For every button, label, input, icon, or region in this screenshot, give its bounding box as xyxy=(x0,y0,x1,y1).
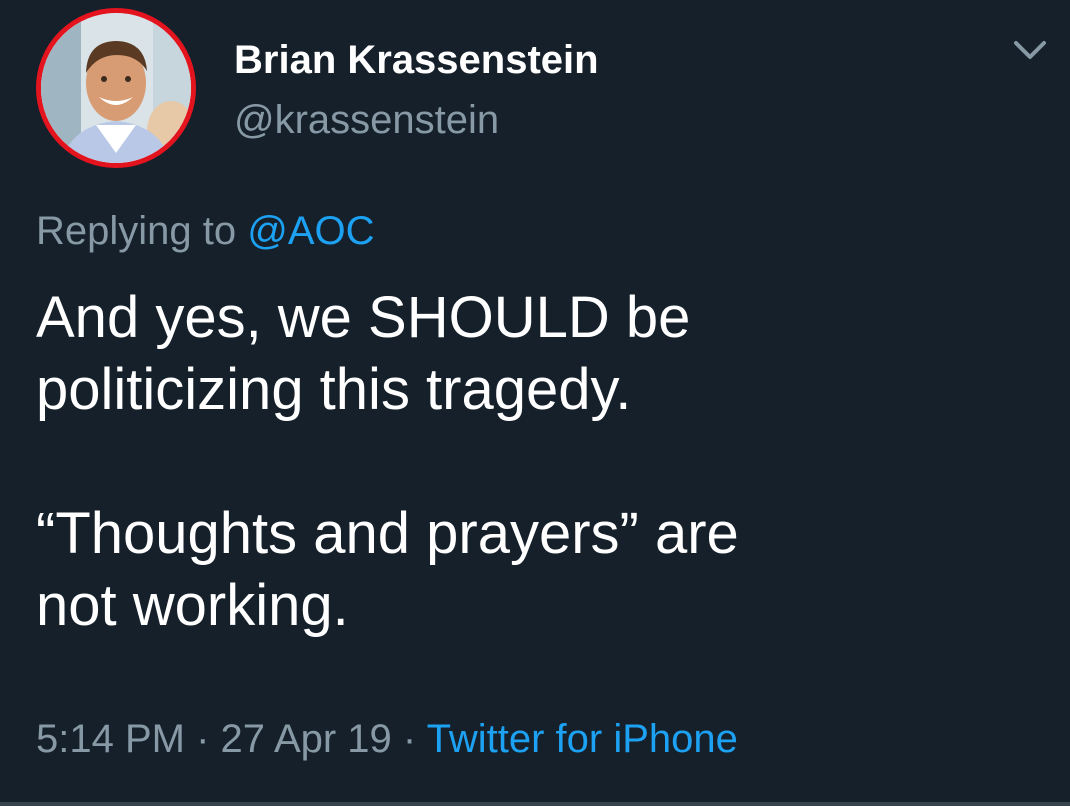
profile-photo-icon xyxy=(41,13,191,163)
tweet-card: Brian Krassenstein @krassenstein Replyin… xyxy=(0,0,1070,806)
divider xyxy=(0,802,1070,806)
reply-prefix: Replying to xyxy=(36,209,237,253)
tweet-line: politicizing this tragedy. xyxy=(36,357,632,422)
tweet-date[interactable]: 27 Apr 19 xyxy=(221,717,392,761)
author-display-name[interactable]: Brian Krassenstein xyxy=(234,36,599,84)
tweet-text: And yes, we SHOULD be politicizing this … xyxy=(36,282,1036,642)
tweet-time[interactable]: 5:14 PM xyxy=(36,717,185,761)
tweet-line: “Thoughts and prayers” are xyxy=(36,501,739,566)
chevron-down-icon[interactable] xyxy=(1012,36,1048,64)
tweet-line: And yes, we SHOULD be xyxy=(36,285,691,350)
reply-context: Replying to @AOC xyxy=(36,206,375,256)
avatar[interactable] xyxy=(36,8,196,168)
tweet-source-link[interactable]: Twitter for iPhone xyxy=(427,717,738,761)
tweet-line: not working. xyxy=(36,573,349,638)
meta-separator: · xyxy=(402,717,417,761)
reply-mention-link[interactable]: @AOC xyxy=(247,209,374,253)
tweet-metadata: 5:14 PM · 27 Apr 19 · Twitter for iPhone xyxy=(36,714,738,764)
meta-separator: · xyxy=(196,717,210,761)
author-handle[interactable]: @krassenstein xyxy=(234,96,499,144)
